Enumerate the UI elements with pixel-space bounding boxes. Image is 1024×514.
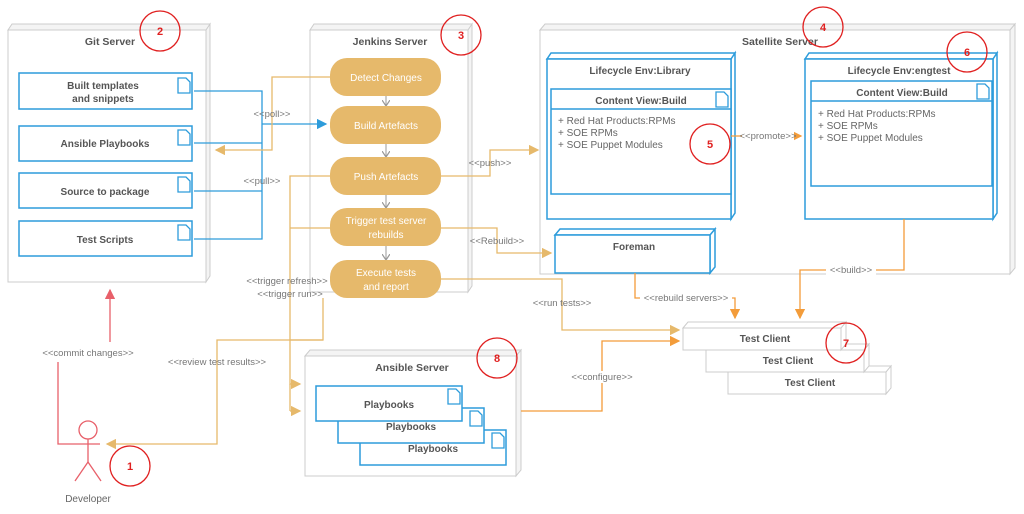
svg-text:Detect Changes: Detect Changes xyxy=(350,73,422,84)
lifecycle-env-engtest[interactable]: Lifecycle Env:engtest Content View:Build… xyxy=(803,50,999,222)
svg-text:rebuilds: rebuilds xyxy=(368,230,403,241)
badge-2: 2 xyxy=(157,26,163,38)
git-artifact-test-scripts[interactable]: Test Scripts xyxy=(18,220,193,257)
label-promote: <<promote>> xyxy=(739,131,796,142)
svg-text:+ SOE RPMs: + SOE RPMs xyxy=(818,121,878,132)
svg-text:Playbooks: Playbooks xyxy=(408,444,458,455)
developer-label: Developer xyxy=(65,494,111,505)
svg-text:+ Red Hat Products:RPMs: + Red Hat Products:RPMs xyxy=(818,109,936,120)
document-icon xyxy=(491,432,505,449)
label-review-test-results: <<review test results>> xyxy=(168,357,267,368)
svg-text:and snippets: and snippets xyxy=(72,94,134,105)
svg-text:Playbooks: Playbooks xyxy=(386,422,436,433)
deployment-diagram: Git Server Built templates and snippets … xyxy=(7,6,1017,505)
badge-6: 6 xyxy=(964,47,970,59)
label-pull: <<pull>> xyxy=(244,176,281,187)
label-configure: <<configure>> xyxy=(571,372,633,383)
document-icon xyxy=(469,410,483,427)
content-view-title: Content View:Build xyxy=(856,88,947,99)
svg-text:Source to package: Source to package xyxy=(61,187,150,198)
step-detect-changes[interactable]: Detect Changes xyxy=(330,58,441,96)
label-commit-changes: <<commit changes>> xyxy=(42,348,134,359)
svg-text:+ SOE RPMs: + SOE RPMs xyxy=(558,128,618,139)
badge-1: 1 xyxy=(127,461,133,473)
label-run-tests: <<run tests>> xyxy=(533,298,592,309)
label-rebuild-servers: <<rebuild servers>> xyxy=(644,293,729,304)
git-artifact-source-to-package[interactable]: Source to package xyxy=(18,172,193,209)
svg-text:Execute tests: Execute tests xyxy=(356,268,416,279)
label-poll: <<poll>> xyxy=(254,109,291,120)
badge-7: 7 xyxy=(843,338,849,350)
svg-text:Lifecycle Env:engtest: Lifecycle Env:engtest xyxy=(848,66,951,77)
svg-text:Lifecycle Env:Library: Lifecycle Env:Library xyxy=(589,66,691,77)
svg-text:+ SOE Puppet Modules: + SOE Puppet Modules xyxy=(818,133,923,144)
step-build-artefacts[interactable]: Build Artefacts xyxy=(330,106,441,144)
document-icon xyxy=(715,91,729,108)
test-client-1[interactable]: Test Client xyxy=(681,320,848,352)
document-icon xyxy=(177,129,191,146)
svg-text:Built templates: Built templates xyxy=(67,81,139,92)
document-icon xyxy=(976,83,990,100)
svg-text:and report: and report xyxy=(363,282,409,293)
step-execute-tests[interactable]: Execute tests and report xyxy=(330,260,441,298)
document-icon xyxy=(177,77,191,94)
developer-actor-icon[interactable] xyxy=(74,420,102,482)
badge-5: 5 xyxy=(707,139,713,151)
svg-text:Test Scripts: Test Scripts xyxy=(77,235,134,246)
badge-8: 8 xyxy=(494,353,500,365)
connector-commit xyxy=(57,362,76,445)
svg-text:+ SOE Puppet Modules: + SOE Puppet Modules xyxy=(558,140,663,151)
git-server-title: Git Server xyxy=(85,36,135,48)
svg-text:Trigger test server: Trigger test server xyxy=(346,216,427,227)
svg-text:Build Artefacts: Build Artefacts xyxy=(354,121,418,132)
content-view-title: Content View:Build xyxy=(595,96,686,107)
badge-3: 3 xyxy=(458,30,464,42)
ansible-server-title: Ansible Server xyxy=(375,362,449,374)
lifecycle-env-library[interactable]: Lifecycle Env:Library Content View:Build… xyxy=(545,50,737,222)
label-push: <<push>> xyxy=(469,158,512,169)
foreman-node[interactable]: Foreman xyxy=(553,226,717,276)
svg-text:Foreman: Foreman xyxy=(613,242,655,253)
svg-text:Test Client: Test Client xyxy=(763,356,814,367)
step-push-artefacts[interactable]: Push Artefacts xyxy=(330,157,441,195)
badge-4: 4 xyxy=(820,22,827,34)
svg-text:Ansible Playbooks: Ansible Playbooks xyxy=(61,139,150,150)
jenkins-server-title: Jenkins Server xyxy=(353,36,428,48)
document-icon xyxy=(447,388,461,405)
git-artifact-built-templates[interactable]: Built templates and snippets xyxy=(18,72,193,110)
step-trigger-rebuilds[interactable]: Trigger test server rebuilds xyxy=(330,208,441,246)
svg-text:Push Artefacts: Push Artefacts xyxy=(354,172,418,183)
label-trigger-refresh: <<trigger refresh>> xyxy=(246,276,328,287)
label-trigger-run: <<trigger run>> xyxy=(257,289,323,300)
svg-text:Playbooks: Playbooks xyxy=(364,400,414,411)
git-artifact-ansible-playbooks[interactable]: Ansible Playbooks xyxy=(18,125,193,162)
svg-text:Test Client: Test Client xyxy=(740,334,791,345)
label-rebuild: <<Rebuild>> xyxy=(470,236,525,247)
svg-text:+ Red Hat Products:RPMs: + Red Hat Products:RPMs xyxy=(558,116,676,127)
svg-text:Test Client: Test Client xyxy=(785,378,836,389)
document-icon xyxy=(177,176,191,193)
document-icon xyxy=(177,224,191,241)
label-build: <<build>> xyxy=(830,265,873,276)
playbook-1[interactable]: Playbooks xyxy=(315,385,463,422)
